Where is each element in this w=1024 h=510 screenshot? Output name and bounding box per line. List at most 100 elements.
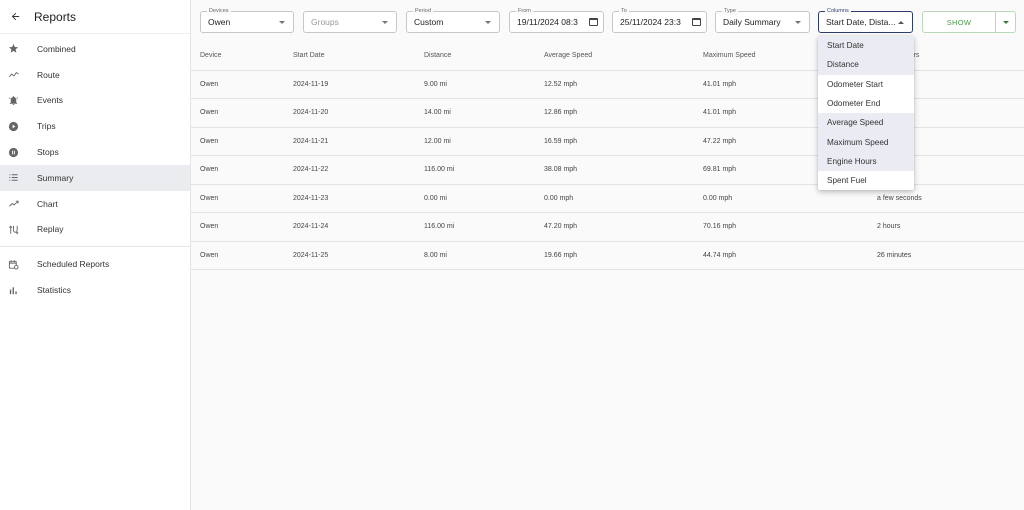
table-row: Owen 2024-11-25 8.00 mi 19.66 mph 44.74 … [191, 242, 1024, 270]
sidebar-item-stops[interactable]: Stops [0, 139, 190, 165]
report-filter-toolbar: Devices Owen Groups Period Custom From 1… [191, 0, 1024, 40]
star-icon [0, 43, 27, 54]
average-speed-cell: 38.08 mph [544, 166, 578, 174]
distance-cell: 116.00 mi [424, 223, 455, 231]
column-header: Device [200, 52, 222, 60]
show-options-button[interactable] [995, 11, 1016, 33]
sidebar-item-replay[interactable]: Replay [0, 217, 190, 243]
maximum-speed-cell: 47.22 mph [703, 137, 737, 145]
sidebar-item-label: Events [37, 95, 63, 106]
sidebar-item-label: Route [37, 69, 60, 80]
engine-hours-cell: 2 hours [877, 223, 901, 231]
sidebar-item-trips[interactable]: Trips [0, 113, 190, 139]
replay-route-icon [0, 224, 27, 235]
period-label: Period [413, 7, 433, 15]
play-circle-icon [0, 121, 27, 132]
average-speed-cell: 47.20 mph [544, 223, 578, 231]
columns-option-average-speed[interactable]: Average Speed [818, 113, 914, 133]
sidebar-item-chart[interactable]: Chart [0, 191, 190, 217]
maximum-speed-cell: 44.74 mph [703, 251, 737, 259]
list-icon [0, 172, 27, 183]
show-button[interactable]: SHOW [922, 11, 996, 33]
columns-select[interactable]: Columns Start Date, Dista... [818, 7, 913, 33]
sidebar: Reports Combined Route Events Trips Stop… [0, 0, 191, 510]
devices-value: Owen [208, 17, 231, 27]
from-date-input[interactable]: From 19/11/2024 08:3 [509, 7, 604, 33]
back-button[interactable] [0, 0, 30, 34]
device-cell: Owen [200, 251, 219, 259]
timeline-icon [0, 69, 27, 80]
columns-option-start-date[interactable]: Start Date [818, 36, 914, 56]
sidebar-item-label: Trips [37, 121, 56, 132]
to-label: To [619, 7, 629, 15]
sidebar-item-events[interactable]: Events [0, 88, 190, 114]
sidebar-item-label: Summary [37, 172, 74, 183]
sidebar-item-label: Combined [37, 43, 76, 54]
column-header: Distance [424, 52, 452, 60]
devices-label: Devices [207, 7, 231, 15]
distance-cell: 14.00 mi [424, 109, 451, 117]
calendar-refresh-icon [0, 259, 27, 270]
type-value: Daily Summary [723, 17, 781, 27]
columns-option-odometer-start[interactable]: Odometer Start [818, 75, 914, 94]
sidebar-item-combined[interactable]: Combined [0, 36, 190, 62]
columns-option-engine-hours[interactable]: Engine Hours [818, 151, 914, 172]
from-value: 19/11/2024 08:3 [517, 17, 578, 27]
start-date-cell: 2024-11-21 [293, 137, 329, 145]
columns-option-distance[interactable]: Distance [818, 55, 914, 75]
chevron-up-icon [898, 21, 904, 24]
device-cell: Owen [200, 166, 219, 174]
columns-option-spent-fuel[interactable]: Spent Fuel [818, 171, 914, 190]
maximum-speed-cell: 41.01 mph [703, 80, 737, 88]
calendar-icon[interactable] [692, 18, 701, 26]
sidebar-report-list: Combined Route Events Trips Stops Summar… [0, 34, 190, 303]
type-select[interactable]: Type Daily Summary [715, 7, 810, 33]
type-label: Type [722, 7, 738, 15]
average-speed-cell: 16.59 mph [544, 137, 578, 145]
columns-option-maximum-speed[interactable]: Maximum Speed [818, 132, 914, 152]
device-cell: Owen [200, 223, 219, 231]
maximum-speed-cell: 41.01 mph [703, 109, 737, 117]
sidebar-item-scheduled-reports[interactable]: Scheduled Reports [0, 251, 190, 277]
distance-cell: 8.00 mi [424, 251, 447, 259]
start-date-cell: 2024-11-20 [293, 109, 329, 117]
sidebar-divider [0, 246, 190, 248]
to-value: 25/11/2024 23:3 [620, 17, 681, 27]
chevron-down-icon [1003, 21, 1009, 24]
device-cell: Owen [200, 137, 219, 145]
chevron-down-icon [382, 21, 388, 24]
sidebar-item-label: Stops [37, 147, 59, 158]
average-speed-cell: 0.00 mph [544, 194, 574, 202]
bar-chart-icon [0, 285, 27, 296]
columns-value: Start Date, Dista... [826, 17, 896, 27]
groups-placeholder: Groups [311, 17, 339, 27]
device-cell: Owen [200, 80, 219, 88]
period-value: Custom [414, 17, 444, 27]
pause-circle-icon [0, 147, 27, 158]
columns-option-odometer-end[interactable]: Odometer End [818, 94, 914, 113]
alarm-bell-icon [0, 95, 27, 106]
chevron-down-icon [279, 21, 285, 24]
columns-menu: Start Date Distance Odometer Start Odome… [818, 36, 914, 191]
sidebar-header: Reports [0, 0, 190, 34]
arrow-left-icon [11, 12, 19, 21]
average-speed-cell: 19.66 mph [544, 251, 578, 259]
sidebar-item-summary[interactable]: Summary [0, 164, 190, 191]
device-cell: Owen [200, 109, 219, 117]
distance-cell: 116.00 mi [424, 166, 455, 174]
sidebar-item-label: Replay [37, 224, 64, 235]
table-row: Owen 2024-11-24 116.00 mi 47.20 mph 70.1… [191, 213, 1024, 242]
distance-cell: 9.00 mi [424, 80, 447, 88]
distance-cell: 12.00 mi [424, 137, 451, 145]
to-date-input[interactable]: To 25/11/2024 23:3 [612, 7, 707, 33]
period-select[interactable]: Period Custom [406, 7, 500, 33]
start-date-cell: 2024-11-19 [293, 80, 329, 88]
maximum-speed-cell: 69.81 mph [703, 166, 737, 174]
sidebar-item-route[interactable]: Route [0, 62, 190, 88]
sidebar-item-statistics[interactable]: Statistics [0, 277, 190, 303]
devices-select[interactable]: Devices Owen [200, 7, 294, 33]
maximum-speed-cell: 70.16 mph [703, 223, 737, 231]
column-header: Average Speed [544, 52, 593, 60]
groups-select[interactable]: Groups [303, 11, 397, 33]
calendar-icon[interactable] [589, 18, 598, 26]
